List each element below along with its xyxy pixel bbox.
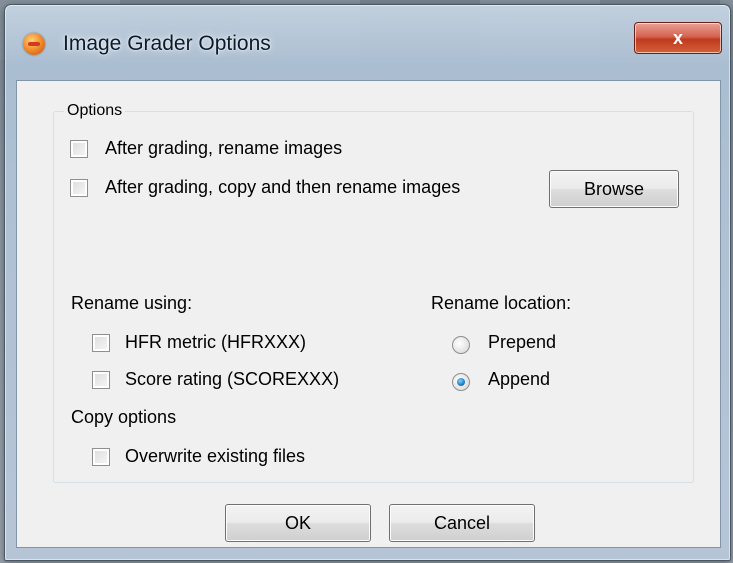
copy-rename-images-checkbox[interactable] — [70, 179, 88, 197]
overwrite-files-label[interactable]: Overwrite existing files — [125, 446, 305, 467]
rename-images-checkbox[interactable] — [70, 140, 88, 158]
copy-rename-images-label[interactable]: After grading, copy and then rename imag… — [105, 177, 460, 198]
hfr-metric-label[interactable]: HFR metric (HFRXXX) — [125, 332, 306, 353]
prepend-radio[interactable] — [452, 336, 470, 354]
app-icon — [23, 33, 45, 55]
score-rating-label[interactable]: Score rating (SCOREXXX) — [125, 369, 339, 390]
rename-images-label[interactable]: After grading, rename images — [105, 138, 342, 159]
browse-button[interactable]: Browse — [549, 170, 679, 208]
options-group-legend: Options — [64, 102, 126, 120]
title-bar[interactable]: Image Grader Options x — [5, 5, 730, 83]
cancel-button[interactable]: Cancel — [389, 504, 535, 542]
window-title: Image Grader Options — [63, 32, 271, 55]
prepend-label[interactable]: Prepend — [488, 332, 556, 353]
append-label[interactable]: Append — [488, 369, 550, 390]
rename-location-heading: Rename location: — [431, 293, 572, 313]
dialog-client-area: Options After grading, rename images Aft… — [16, 80, 721, 548]
score-rating-checkbox[interactable] — [92, 371, 110, 389]
options-dialog: Image Grader Options x Options After gra… — [4, 4, 731, 561]
close-button[interactable]: x — [634, 22, 722, 54]
copy-options-heading: Copy options — [71, 407, 177, 427]
append-radio[interactable] — [452, 373, 470, 391]
rename-using-heading: Rename using: — [71, 293, 193, 313]
overwrite-files-checkbox[interactable] — [92, 448, 110, 466]
hfr-metric-checkbox[interactable] — [92, 334, 110, 352]
ok-button[interactable]: OK — [225, 504, 371, 542]
close-icon: x — [672, 28, 683, 48]
